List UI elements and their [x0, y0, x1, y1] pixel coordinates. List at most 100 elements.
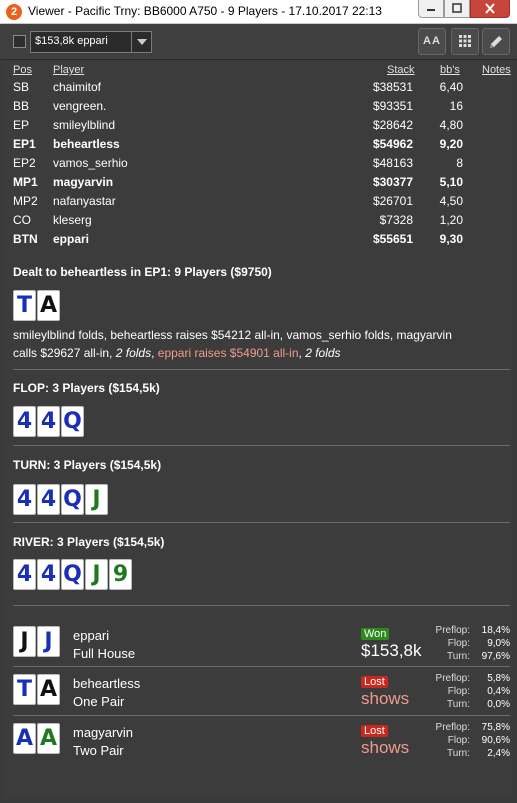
hole-cards: T A — [13, 290, 61, 321]
stat-value: 97,6% — [481, 651, 510, 662]
card: 4 — [13, 559, 36, 590]
result-amount: shows — [361, 738, 410, 757]
maximize-icon — [452, 3, 462, 13]
player-row[interactable]: BTN eppari $55651 9,30 — [13, 232, 513, 251]
chevron-down-icon[interactable] — [131, 32, 151, 52]
stat-label: Flop: — [447, 686, 470, 697]
header-bbs[interactable]: bb's — [440, 64, 460, 76]
card: Q — [61, 484, 84, 515]
player-name: beheartless — [53, 137, 120, 151]
result-player-name: magyarvin — [73, 725, 133, 740]
equity-stats: Preflop: 5,8% Flop: 0,4% Turn: 0,0% — [418, 673, 510, 712]
divider — [13, 445, 510, 446]
edit-button[interactable] — [482, 28, 510, 55]
card: J — [85, 484, 108, 515]
player-bbs: 16 — [449, 99, 463, 113]
title-bar: 2 Viewer - Pacific Trny: BB6000 A750 - 9… — [0, 0, 517, 24]
player-bbs: 4,80 — [439, 118, 463, 132]
minimize-button[interactable] — [418, 0, 444, 18]
player-name: magyarvin — [53, 175, 114, 189]
header-stack[interactable]: Stack — [387, 64, 415, 76]
equity-stats: Preflop: 18,4% Flop: 9,0% Turn: 97,6% — [418, 625, 510, 664]
player-row[interactable]: MP1 magyarvin $30377 5,10 — [13, 175, 513, 194]
player-pos: EP2 — [13, 156, 36, 170]
select-checkbox[interactable] — [13, 35, 26, 48]
card: A — [13, 723, 36, 754]
player-pos: CO — [13, 213, 31, 227]
player-stack: $93351 — [372, 99, 413, 113]
result-row[interactable]: A A magyarvin Two Pair Lost shows Preflo… — [13, 722, 510, 771]
player-bbs: 6,40 — [439, 80, 463, 94]
result-cards: J J — [13, 626, 61, 657]
player-stack: $55651 — [372, 232, 413, 246]
player-stack: $38531 — [372, 80, 413, 94]
card: T — [13, 290, 36, 321]
card: A — [37, 723, 60, 754]
card: J — [85, 559, 108, 590]
pencil-icon — [490, 36, 502, 48]
stat-value: 90,6% — [481, 735, 510, 746]
player-pos: MP2 — [13, 194, 38, 208]
card: 4 — [13, 406, 36, 437]
stat-value: 0,4% — [487, 686, 510, 697]
player-name: vamos_serhio — [53, 156, 128, 170]
header-player[interactable]: Player — [53, 64, 84, 76]
close-button[interactable] — [470, 0, 510, 18]
maximize-button[interactable] — [444, 0, 470, 18]
player-row[interactable]: EP2 vamos_serhio $48163 8 — [13, 156, 513, 175]
minimize-icon — [427, 9, 435, 11]
stat-value: 18,4% — [481, 625, 510, 636]
river-title: RIVER: 3 Players ($154,5k) — [13, 535, 165, 549]
player-row[interactable]: CO kleserg $7328 1,20 — [13, 213, 513, 232]
stat-value: 5,8% — [487, 673, 510, 684]
player-stack: $48163 — [372, 156, 413, 170]
stat-value: 0,0% — [487, 699, 510, 710]
player-bbs: 4,50 — [439, 194, 463, 208]
card: 9 — [109, 559, 132, 590]
player-stack: $7328 — [379, 213, 413, 227]
player-row[interactable]: EP smileylblind $28642 4,80 — [13, 118, 513, 137]
result-hand-name: Full House — [73, 646, 136, 661]
card: J — [37, 626, 60, 657]
player-stack: $30377 — [372, 175, 413, 189]
card: Q — [61, 559, 84, 590]
card: Q — [61, 406, 84, 437]
player-name: smileylblind — [53, 118, 116, 132]
player-row[interactable]: BB vengreen. $93351 16 — [13, 99, 513, 118]
grid-icon — [459, 35, 471, 47]
hand-history-panel: Pos Player Stack bb's Notes SB chaimitof… — [5, 60, 512, 798]
font-size-button[interactable]: AA — [418, 28, 446, 55]
flop-title: FLOP: 3 Players ($154,5k) — [13, 381, 160, 395]
player-bbs: 5,10 — [439, 175, 463, 189]
player-pos: BB — [13, 99, 30, 113]
divider — [13, 522, 510, 523]
player-name: vengreen. — [53, 99, 107, 113]
card: J — [13, 626, 36, 657]
player-pos: EP — [13, 118, 30, 132]
preflop-actions: smileylblind folds, beheartless raises $… — [13, 326, 508, 362]
preflop-actions-line-2: calls $29627 all-in, 2 folds, eppari rai… — [13, 346, 341, 360]
player-name: nafanyastar — [53, 194, 116, 208]
status-badge: Won — [361, 628, 390, 640]
player-row[interactable]: SB chaimitof $38531 6,40 — [13, 80, 513, 99]
player-row[interactable]: EP1 beheartless $54962 9,20 — [13, 137, 513, 156]
player-select-dropdown[interactable]: $153,8k eppari — [30, 31, 152, 53]
header-notes[interactable]: Notes — [482, 64, 511, 76]
player-bbs: 8 — [456, 156, 463, 170]
player-stack: $26701 — [372, 194, 413, 208]
result-amount: shows — [361, 689, 410, 708]
card: 4 — [37, 406, 60, 437]
stat-label: Turn: — [447, 699, 470, 710]
river-cards: 4 4 Q J 9 — [13, 559, 133, 590]
grid-button[interactable] — [451, 28, 479, 55]
player-pos: MP1 — [13, 175, 38, 189]
card: T — [13, 674, 36, 705]
preflop-title: Dealt to beheartless in EP1: 9 Players (… — [13, 265, 272, 279]
player-select-value: $153,8k eppari — [35, 35, 108, 47]
player-stack: $28642 — [372, 118, 413, 132]
result-hand-name: Two Pair — [73, 743, 124, 758]
turn-cards: 4 4 Q J — [13, 484, 109, 515]
toolbar: $153,8k eppari AA — [0, 24, 517, 60]
player-row[interactable]: MP2 nafanyastar $26701 4,50 — [13, 194, 513, 213]
header-pos[interactable]: Pos — [13, 64, 32, 76]
